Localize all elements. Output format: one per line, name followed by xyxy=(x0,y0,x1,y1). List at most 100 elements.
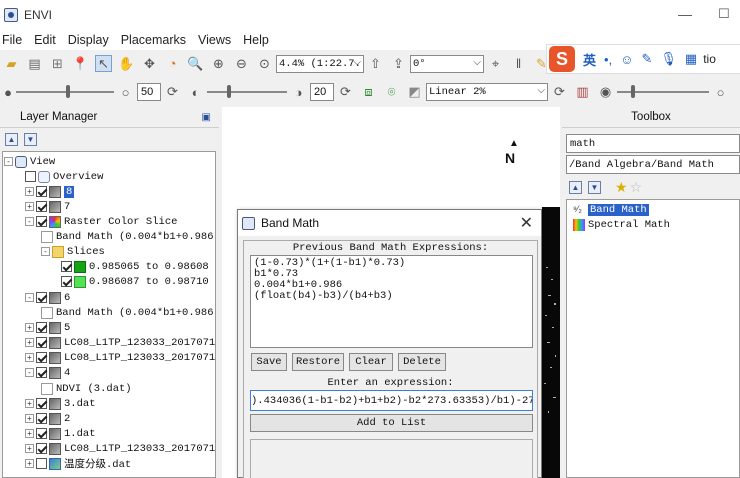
layer-tree-row[interactable]: +1.dat xyxy=(25,426,96,441)
layer-visibility-checkbox[interactable] xyxy=(36,186,47,197)
menu-views[interactable]: Views xyxy=(192,33,237,47)
placemark-icon[interactable]: 📍 xyxy=(72,55,89,72)
histogram-icon[interactable]: ▥ xyxy=(574,84,591,101)
layer-tree-row[interactable]: +5 xyxy=(25,320,70,335)
pen-icon[interactable]: ✎ xyxy=(641,51,652,67)
favorite-remove-icon[interactable]: ☆ xyxy=(630,179,643,196)
stretch-icon[interactable]: ◩ xyxy=(406,84,423,101)
layer-visibility-checkbox[interactable] xyxy=(36,216,47,227)
rotate-right-icon[interactable]: ⇪ xyxy=(390,55,407,72)
menu-file[interactable]: File xyxy=(0,33,28,47)
delete-button[interactable]: Delete xyxy=(398,353,446,371)
layer-visibility-checkbox[interactable] xyxy=(36,337,47,348)
collapse-icon[interactable]: - xyxy=(25,293,34,302)
layer-tree-row[interactable]: Overview xyxy=(25,169,103,184)
expand-icon[interactable]: + xyxy=(25,414,34,423)
layer-visibility-checkbox[interactable] xyxy=(36,413,47,424)
menu-edit[interactable]: Edit xyxy=(28,33,62,47)
expand-icon[interactable]: + xyxy=(25,444,34,453)
raster-image[interactable] xyxy=(542,207,560,478)
expand-icon[interactable]: + xyxy=(25,353,34,362)
layer-visibility-checkbox[interactable] xyxy=(36,428,47,439)
ime-punctuation[interactable]: •, xyxy=(604,52,612,67)
zoom-fixed-icon[interactable]: ⊙ xyxy=(256,55,273,72)
expand-icon[interactable]: + xyxy=(25,399,34,408)
refresh-icon[interactable]: ⟳ xyxy=(164,84,181,101)
layer-tree-row[interactable]: -6 xyxy=(25,290,70,305)
select-cursor-icon[interactable]: ↖ xyxy=(95,55,112,72)
expand-icon[interactable]: + xyxy=(25,323,34,332)
expand-icon[interactable]: + xyxy=(25,202,34,211)
layer-visibility-checkbox[interactable] xyxy=(36,458,47,469)
ime-language[interactable]: 英 xyxy=(583,50,596,69)
data-manager-icon[interactable]: ▤ xyxy=(26,55,43,72)
menu-help[interactable]: Help xyxy=(237,33,275,47)
layer-visibility-checkbox[interactable] xyxy=(36,398,47,409)
expand-icon[interactable]: + xyxy=(25,459,34,468)
vector-icon[interactable]: ‖ xyxy=(510,55,527,72)
slider-thumb[interactable] xyxy=(227,85,231,98)
crosshair-icon[interactable]: ⌖ xyxy=(487,55,504,72)
expand-icon[interactable]: + xyxy=(25,338,34,347)
layer-tree-row[interactable]: Band Math (0.004*b1+0.986 xyxy=(41,305,214,320)
expand-icon[interactable]: + xyxy=(25,187,34,196)
rotate-icon[interactable]: ◔ xyxy=(164,55,181,72)
layer-visibility-checkbox[interactable] xyxy=(36,367,47,378)
reset-icon[interactable]: ⌾ xyxy=(383,84,400,101)
layer-tree-row[interactable]: - Slices xyxy=(41,244,105,259)
add-to-list-button[interactable]: Add to List xyxy=(250,414,533,432)
layer-tree-row[interactable]: +7 xyxy=(25,199,70,214)
toolbox-path-field[interactable]: /Band Algebra/Band Math xyxy=(566,155,740,174)
sharpen-slider[interactable] xyxy=(617,83,709,101)
expand-all-icon[interactable]: ▼ xyxy=(588,181,601,194)
save-button[interactable]: Save xyxy=(251,353,287,371)
previous-expressions-list[interactable]: (1-0.73)*(1+(1-b1)*0.73) b1*0.73 0.004*b… xyxy=(250,255,533,348)
layer-visibility-checkbox[interactable] xyxy=(36,352,47,363)
contrast-slider[interactable] xyxy=(207,83,287,101)
zoom-combo[interactable]: 4.4% (1:22.7. ⌵ xyxy=(276,54,364,73)
rotation-combo[interactable]: 0° ⌵ xyxy=(410,54,484,73)
close-icon[interactable]: ✕ xyxy=(520,213,533,233)
layer-tree-row[interactable]: Band Math (0.004*b1+0.986 xyxy=(41,229,214,244)
collapse-icon[interactable]: - xyxy=(25,368,34,377)
toolbox-item-spectral-math[interactable]: Spectral Math xyxy=(573,219,670,231)
pan-hand-icon[interactable]: ✋ xyxy=(118,55,135,72)
full-extent-icon[interactable]: ⧈ xyxy=(360,84,377,101)
layer-tree-row[interactable]: 0.985065 to 0.98608 xyxy=(61,259,209,274)
expand-icon[interactable]: + xyxy=(25,429,34,438)
open-file-icon[interactable]: ▰ xyxy=(3,55,20,72)
collapse-icon[interactable]: - xyxy=(41,247,50,256)
layer-tree-row[interactable]: +8 xyxy=(25,184,75,199)
sogou-logo[interactable]: S xyxy=(549,46,575,72)
layer-visibility-checkbox[interactable] xyxy=(61,261,72,272)
menu-display[interactable]: Display xyxy=(62,33,115,47)
layer-tree-row[interactable]: 0.986087 to 0.98710 xyxy=(61,274,209,289)
layer-tree-row[interactable]: + LC08_L1TP_123033_20170710_ xyxy=(25,350,215,365)
chip-icon[interactable]: ⊞ xyxy=(49,55,66,72)
expand-all-icon[interactable]: ▼ xyxy=(24,132,37,146)
refresh-icon[interactable]: ⟳ xyxy=(551,84,568,101)
slider-thumb[interactable] xyxy=(631,85,635,98)
layer-visibility-checkbox[interactable] xyxy=(25,171,36,182)
clear-button[interactable]: Clear xyxy=(349,353,393,371)
microphone-icon[interactable]: 🎙 xyxy=(660,51,677,67)
zoom-icon[interactable]: 🔍 xyxy=(187,55,204,72)
layer-tree-row[interactable]: -4 xyxy=(25,365,70,380)
zoom-in-icon[interactable]: ⊕ xyxy=(210,55,227,72)
zoom-out-icon[interactable]: ⊖ xyxy=(233,55,250,72)
fly-icon[interactable]: ✥ xyxy=(141,55,158,72)
collapse-icon[interactable]: - xyxy=(4,157,13,166)
toolbox-item-band-math[interactable]: ⁹⁄₂ Band Math xyxy=(573,204,649,216)
layer-tree-row[interactable]: NDVI (3.dat) xyxy=(41,381,132,396)
layer-tree-row[interactable]: + LC08_L1TP_123033_20170710_ xyxy=(25,335,215,350)
brightness-slider[interactable] xyxy=(16,83,114,101)
menu-placemarks[interactable]: Placemarks xyxy=(115,33,192,47)
collapse-icon[interactable]: - xyxy=(25,217,34,226)
layer-tree-row[interactable]: - Raster Color Slice xyxy=(25,214,177,229)
pin-icon[interactable]: ▣ xyxy=(202,112,211,123)
favorite-add-icon[interactable]: ★ xyxy=(615,179,628,196)
layer-tree-row[interactable]: - View xyxy=(4,154,55,169)
brightness-value[interactable]: 50 xyxy=(137,83,161,101)
contrast-value[interactable]: 20 xyxy=(310,83,334,101)
layer-tree-row[interactable]: +3.dat xyxy=(25,396,96,411)
